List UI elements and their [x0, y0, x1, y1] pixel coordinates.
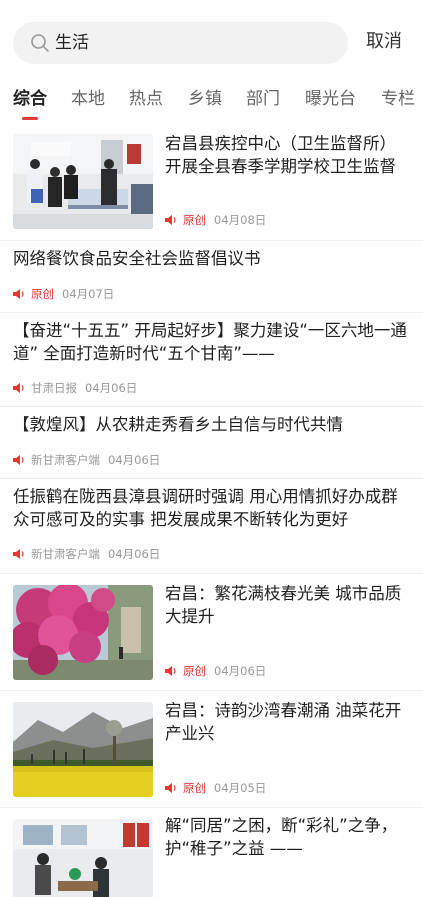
- search-input[interactable]: 生活: [13, 22, 348, 64]
- news-title: 任振鹤在陇西县漳县调研时强调 用心用情抓好办成群众可感可及的实事 把发展成果不断…: [13, 487, 398, 529]
- speaker-icon: [165, 783, 176, 793]
- news-title: 解“同居”之困，断“彩礼”之争，护“稚子”之益 ——: [165, 816, 398, 858]
- tab-hot[interactable]: 热点: [129, 88, 163, 110]
- tab-exposure[interactable]: 曝光台: [305, 88, 356, 110]
- tab-local[interactable]: 本地: [71, 88, 105, 110]
- tab-columns[interactable]: 专栏: [381, 88, 415, 110]
- office-photo: [13, 819, 153, 897]
- news-item[interactable]: 任振鹤在陇西县漳县调研时强调 用心用情抓好办成群众可感可及的实事 把发展成果不断…: [0, 478, 423, 573]
- news-source: 新甘肃客户端: [31, 453, 100, 467]
- speaker-icon: [13, 289, 24, 299]
- news-feed: 宕昌县疾控中心（卫生监督所）开展全县春季学期学校卫生监督检查 原创04月08日 …: [0, 124, 423, 897]
- speaker-icon: [13, 455, 24, 465]
- news-source: 原创: [183, 664, 206, 678]
- news-date: 04月06日: [108, 453, 161, 467]
- tab-comprehensive[interactable]: 综合: [13, 88, 47, 110]
- news-date: 04月07日: [62, 287, 115, 301]
- search-icon: [31, 34, 49, 52]
- news-title: 宕昌县疾控中心（卫生监督所）开展全县春季学期学校卫生监督检查: [165, 134, 396, 176]
- news-item[interactable]: 宕昌：诗韵沙湾春潮涌 油菜花开产业兴 原创 04月05日: [0, 690, 423, 807]
- news-meta: 原创 04月08日: [165, 212, 266, 228]
- search-header: 生活 取消: [0, 0, 423, 84]
- news-meta: 原创 04月05日: [165, 780, 266, 796]
- search-query: 生活: [55, 33, 89, 53]
- news-source: 原创: [31, 287, 54, 301]
- news-source: 甘肃日报: [31, 381, 77, 395]
- blossom-photo: [13, 585, 153, 680]
- news-date: 04月06日: [85, 381, 138, 395]
- news-item[interactable]: 解“同居”之困，断“彩礼”之争，护“稚子”之益 ——: [0, 807, 423, 897]
- active-tab-indicator: [22, 117, 38, 120]
- news-source: 新甘肃客户端: [31, 547, 100, 561]
- speaker-icon: [165, 215, 176, 225]
- inspection-photo: [13, 134, 153, 229]
- news-title: 【奋进“十五五” 开局起好步】聚力建设“一区六地一通道” 全面打造新时代“五个甘…: [13, 321, 407, 363]
- speaker-icon: [13, 383, 24, 393]
- news-title: 宕昌：诗韵沙湾春潮涌 油菜花开产业兴: [165, 701, 402, 743]
- news-meta: 新甘肃客户端 04月06日: [13, 452, 160, 468]
- news-date: 04月05日: [214, 781, 267, 795]
- news-source: 原创: [183, 781, 206, 795]
- news-meta: 甘肃日报 04月06日: [13, 380, 137, 396]
- news-item[interactable]: 宕昌县疾控中心（卫生监督所）开展全县春季学期学校卫生监督检查 原创 04月08日: [0, 124, 423, 240]
- news-date: 04月08日: [214, 213, 267, 227]
- news-title: 【敦煌风】从农耕走秀看乡土自信与时代共情: [13, 415, 343, 434]
- speaker-icon: [165, 666, 176, 676]
- news-date: 04月06日: [108, 547, 161, 561]
- news-date: 04月06日: [214, 664, 267, 678]
- speaker-icon: [13, 549, 24, 559]
- news-source: 原创: [183, 213, 206, 227]
- news-meta: 新甘肃客户端 04月06日: [13, 546, 160, 562]
- tab-departments[interactable]: 部门: [246, 88, 280, 110]
- news-meta: 原创 04月07日: [13, 286, 114, 302]
- news-title: 宕昌：繁花满枝春光美 城市品质大提升: [165, 584, 402, 626]
- news-item[interactable]: 网络餐饮食品安全社会监督倡议书 原创 04月07日: [0, 240, 423, 312]
- cancel-button[interactable]: 取消: [366, 30, 402, 54]
- tab-townships[interactable]: 乡镇: [188, 88, 222, 110]
- category-tabs: 综合 本地 热点 乡镇 部门 曝光台 专栏: [0, 84, 423, 124]
- news-item[interactable]: 【奋进“十五五” 开局起好步】聚力建设“一区六地一通道” 全面打造新时代“五个甘…: [0, 312, 423, 406]
- news-meta: 原创 04月06日: [165, 663, 266, 679]
- news-item[interactable]: 【敦煌风】从农耕走秀看乡土自信与时代共情 新甘肃客户端 04月06日: [0, 406, 423, 478]
- rapeseed-photo: [13, 702, 153, 797]
- news-title: 网络餐饮食品安全社会监督倡议书: [13, 249, 261, 268]
- news-item[interactable]: 宕昌：繁花满枝春光美 城市品质大提升 原创 04月06日: [0, 573, 423, 690]
